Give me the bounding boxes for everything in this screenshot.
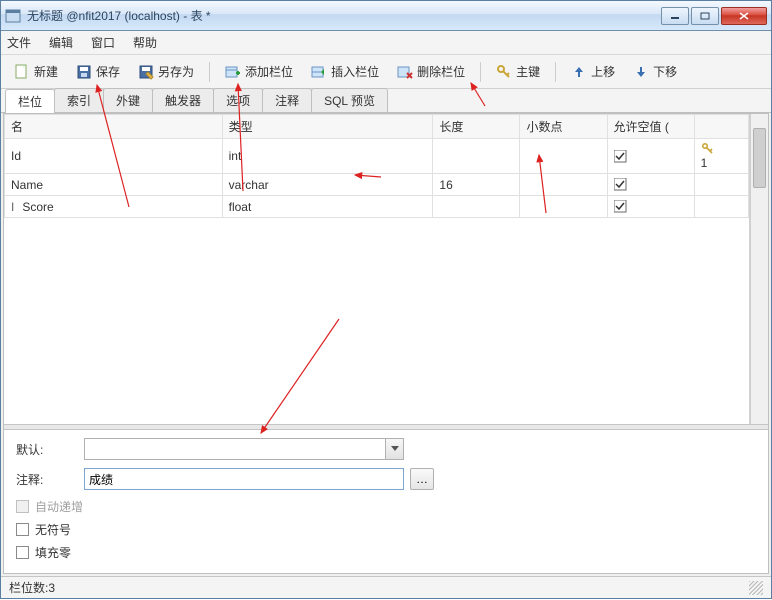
cell-name[interactable]: Id: [5, 139, 223, 174]
toolbar-separator: [480, 62, 481, 82]
statusbar: 栏位数: 3: [1, 576, 771, 598]
cell-type[interactable]: int: [222, 139, 433, 174]
unsigned-checkbox[interactable]: 无符号: [16, 521, 756, 538]
status-fieldcount-value: 3: [48, 581, 55, 595]
cell-key[interactable]: [694, 196, 748, 218]
cell-allownull[interactable]: [607, 196, 694, 218]
deletefield-button[interactable]: 删除栏位: [390, 59, 472, 84]
resize-grip[interactable]: [749, 581, 763, 595]
toolbar: 新建 保存 另存为 添加栏位 插入栏位 删除栏位 主键 上移 下移: [1, 55, 771, 89]
table-row[interactable]: I Scorefloat: [5, 196, 749, 218]
insertfield-icon: [311, 64, 327, 80]
close-button[interactable]: [721, 7, 767, 25]
chevron-down-icon: [385, 439, 403, 459]
menu-help[interactable]: 帮助: [133, 34, 157, 51]
table-row[interactable]: Idint 1: [5, 139, 749, 174]
autoincrement-checkbox: 自动递增: [16, 498, 756, 515]
deletefield-icon: [397, 64, 413, 80]
cell-decimal[interactable]: [520, 139, 607, 174]
cell-type[interactable]: float: [222, 196, 433, 218]
addfield-button[interactable]: 添加栏位: [218, 59, 300, 84]
saveas-icon: [138, 64, 154, 80]
tab-comment[interactable]: 注释: [262, 88, 312, 112]
col-header-type[interactable]: 类型: [222, 115, 433, 139]
status-fieldcount-label: 栏位数:: [9, 579, 48, 596]
minimize-button[interactable]: [661, 7, 689, 25]
cell-name[interactable]: Name: [5, 174, 223, 196]
addfield-icon: [225, 64, 241, 80]
cell-key[interactable]: 1: [694, 139, 748, 174]
tab-fields[interactable]: 栏位: [5, 89, 55, 113]
table-row[interactable]: Namevarchar16: [5, 174, 749, 196]
cell-allownull[interactable]: [607, 174, 694, 196]
fields-grid[interactable]: 名 类型 长度 小数点 允许空值 ( Idint1Namevarchar16I …: [4, 114, 750, 424]
new-icon: [14, 64, 30, 80]
col-header-allownull[interactable]: 允许空值 (: [607, 115, 694, 139]
tab-triggers[interactable]: 触发器: [152, 88, 214, 112]
arrow-down-icon: [633, 64, 649, 80]
cell-length[interactable]: 16: [433, 174, 520, 196]
tab-sqlpreview[interactable]: SQL 预览: [311, 88, 388, 112]
col-header-length[interactable]: 长度: [433, 115, 520, 139]
moveup-button[interactable]: 上移: [564, 59, 622, 84]
default-combobox[interactable]: [84, 438, 404, 460]
tab-foreignkeys[interactable]: 外键: [103, 88, 153, 112]
movedown-button[interactable]: 下移: [626, 59, 684, 84]
new-button[interactable]: 新建: [7, 59, 65, 84]
save-icon: [76, 64, 92, 80]
menu-edit[interactable]: 编辑: [49, 34, 73, 51]
menubar: 文件 编辑 窗口 帮助: [1, 31, 771, 55]
comment-more-button[interactable]: …: [410, 468, 434, 490]
col-header-key[interactable]: [694, 115, 748, 139]
tabbar: 栏位 索引 外键 触发器 选项 注释 SQL 预览: [1, 89, 771, 113]
cell-key[interactable]: [694, 174, 748, 196]
cell-length[interactable]: [433, 139, 520, 174]
default-label: 默认:: [16, 441, 84, 458]
zerofill-checkbox[interactable]: 填充零: [16, 544, 756, 561]
toolbar-separator: [209, 62, 210, 82]
tab-options[interactable]: 选项: [213, 88, 263, 112]
cell-decimal[interactable]: [520, 196, 607, 218]
field-properties-panel: 默认: 注释: 成绩 … 自动递增 无符号 填充零: [4, 430, 768, 573]
key-icon: [496, 64, 512, 80]
tab-indexes[interactable]: 索引: [54, 88, 104, 112]
titlebar: 无标题 @nfit2017 (localhost) - 表 *: [1, 1, 771, 31]
insertfield-button[interactable]: 插入栏位: [304, 59, 386, 84]
save-button[interactable]: 保存: [69, 59, 127, 84]
cell-allownull[interactable]: [607, 139, 694, 174]
app-icon: [5, 8, 21, 24]
menu-file[interactable]: 文件: [7, 34, 31, 51]
arrow-up-icon: [571, 64, 587, 80]
cell-type[interactable]: varchar: [222, 174, 433, 196]
window-title: 无标题 @nfit2017 (localhost) - 表 *: [27, 7, 661, 24]
vertical-scrollbar[interactable]: [750, 114, 768, 424]
menu-window[interactable]: 窗口: [91, 34, 115, 51]
col-header-name[interactable]: 名: [5, 115, 223, 139]
maximize-button[interactable]: [691, 7, 719, 25]
cell-name[interactable]: I Score: [5, 196, 223, 218]
cell-decimal[interactable]: [520, 174, 607, 196]
comment-label: 注释:: [16, 471, 84, 488]
saveas-button[interactable]: 另存为: [131, 59, 201, 84]
col-header-decimal[interactable]: 小数点: [520, 115, 607, 139]
toolbar-separator: [555, 62, 556, 82]
comment-input[interactable]: 成绩: [84, 468, 404, 490]
cell-length[interactable]: [433, 196, 520, 218]
primarykey-button[interactable]: 主键: [489, 59, 547, 84]
